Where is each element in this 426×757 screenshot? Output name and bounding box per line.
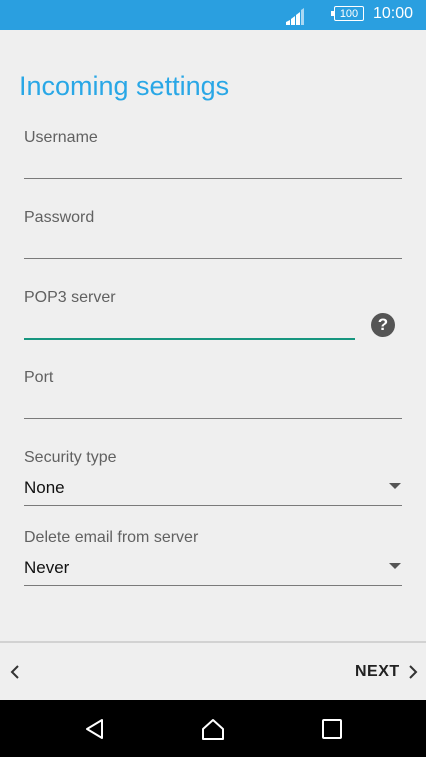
chevron-right-icon [408, 665, 418, 679]
page-title: Incoming settings [19, 71, 230, 101]
delete-email-label: Delete email from server [24, 529, 199, 546]
username-underline [24, 178, 402, 179]
help-icon[interactable]: ? [371, 313, 395, 337]
delete-email-underline [24, 585, 402, 586]
username-label: Username [24, 129, 98, 146]
next-button-label: NEXT [355, 663, 400, 680]
password-underline [24, 258, 402, 259]
next-button[interactable]: NEXT [355, 662, 418, 682]
status-bar: 100 10:00 [0, 0, 426, 30]
bottom-divider [0, 641, 426, 643]
navigation-bar [0, 700, 426, 757]
port-label: Port [24, 369, 54, 386]
security-type-value: None [24, 478, 65, 497]
back-triangle-icon[interactable] [83, 717, 107, 741]
security-type-underline [24, 505, 402, 506]
pop3-server-label: POP3 server [24, 289, 116, 306]
signal-icon [286, 8, 304, 25]
password-label: Password [24, 209, 95, 226]
pop3-server-underline [24, 338, 355, 340]
chevron-down-icon [389, 483, 401, 489]
home-icon[interactable] [201, 717, 225, 741]
recents-square-icon[interactable] [320, 717, 344, 741]
delete-email-value: Never [24, 558, 70, 577]
security-type-label: Security type [24, 449, 117, 466]
back-chevron-icon[interactable] [8, 663, 22, 681]
clock: 10:00 [373, 5, 414, 22]
port-underline [24, 418, 402, 419]
battery-icon: 100 [331, 6, 364, 21]
chevron-down-icon [389, 563, 401, 569]
